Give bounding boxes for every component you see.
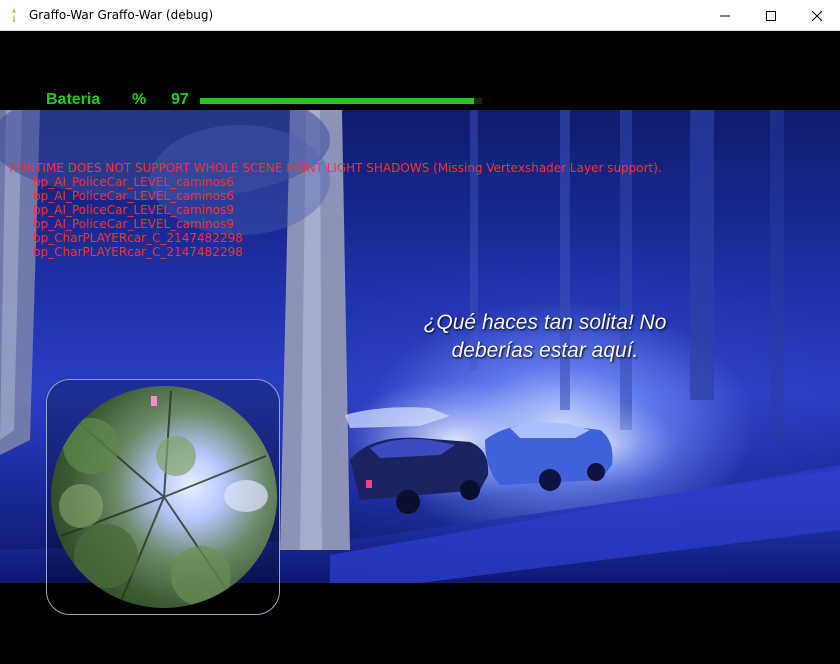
title-bar: Graffo-War Graffo-War (debug) bbox=[0, 0, 840, 31]
subtitle-line-2: deberías estar aquí. bbox=[451, 339, 639, 362]
maximize-icon bbox=[766, 10, 776, 21]
battery-bar-fill bbox=[200, 98, 474, 104]
debug-log: RUNTIME DOES NOT SUPPORT WHOLE SCENE POI… bbox=[9, 161, 662, 259]
close-button[interactable] bbox=[794, 0, 840, 31]
window-title: Graffo-War Graffo-War (debug) bbox=[29, 8, 214, 22]
close-icon bbox=[812, 10, 822, 21]
debug-line: bp_AI_PoliceCar_LEVEL_caminos6 bbox=[33, 175, 234, 189]
debug-line: bp_CharPLAYERcar_C_2147482298 bbox=[33, 231, 243, 245]
battery-label: Bateria bbox=[46, 91, 101, 108]
debug-line: bp_AI_PoliceCar_LEVEL_caminos9 bbox=[33, 203, 234, 217]
app-icon bbox=[12, 8, 16, 22]
minimap-frame bbox=[46, 379, 280, 615]
minimize-icon bbox=[720, 15, 730, 16]
maximize-button[interactable] bbox=[748, 0, 794, 31]
debug-header: RUNTIME DOES NOT SUPPORT WHOLE SCENE POI… bbox=[9, 161, 662, 175]
battery-unit: % bbox=[132, 91, 147, 108]
subtitle-line-1: ¿Qué haces tan solita! No bbox=[423, 311, 667, 334]
minimap-view bbox=[51, 386, 277, 608]
debug-line: bp_CharPLAYERcar_C_2147482298 bbox=[33, 245, 243, 259]
game-viewport[interactable]: Bateria % 97 RUNTIME DOES NOT SUPPORT WH… bbox=[0, 31, 840, 664]
debug-line: bp_AI_PoliceCar_LEVEL_caminos9 bbox=[33, 217, 234, 231]
minimize-button[interactable] bbox=[702, 0, 748, 31]
dialogue-subtitle: ¿Qué haces tan solita! No deberías estar… bbox=[395, 309, 695, 365]
minimap-foliage-art bbox=[59, 390, 268, 606]
battery-value: 97 bbox=[171, 91, 189, 108]
debug-line: bp_AI_PoliceCar_LEVEL_caminos6 bbox=[33, 189, 234, 203]
battery-bar bbox=[200, 98, 482, 104]
